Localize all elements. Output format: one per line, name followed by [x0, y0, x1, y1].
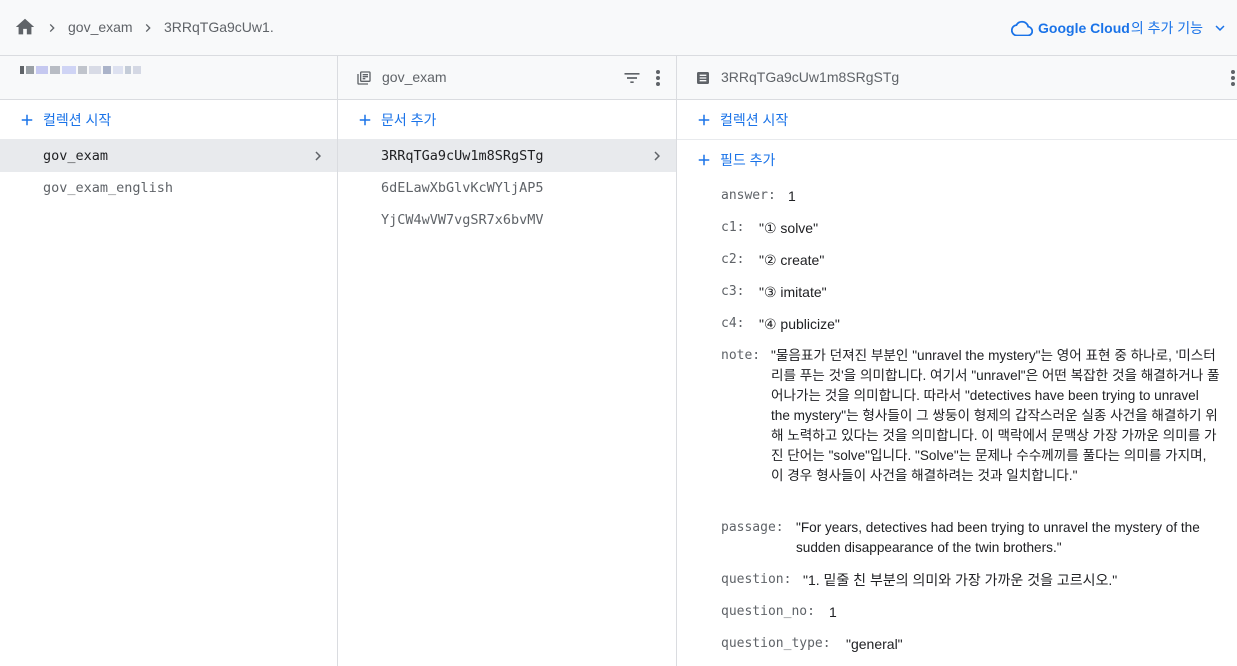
document-id: YjCW4wVW7vgSR7x6bvMV	[381, 212, 544, 228]
filter-icon[interactable]	[622, 68, 642, 88]
collection-item[interactable]: gov_exam_english	[0, 172, 337, 204]
field-value: "② create"	[759, 252, 825, 268]
field-key: question:	[721, 572, 792, 587]
start-collection-button[interactable]: 컬렉션 시작	[677, 100, 1237, 140]
field-key: c3:	[721, 284, 745, 299]
breadcrumb-document[interactable]: 3RRqTGa9cUw1.	[164, 19, 274, 35]
field-passage[interactable]: passage: "For years, detectives had been…	[721, 518, 1221, 560]
root-panel: 컬렉션 시작 gov_exam gov_exam_english	[0, 56, 338, 666]
chevron-right-icon	[49, 24, 55, 32]
addons-label: 의 추가 기능	[1130, 20, 1203, 36]
field-key: c2:	[721, 252, 745, 267]
field-key: c4:	[721, 316, 745, 331]
field-answer[interactable]: answer: 1	[721, 186, 1221, 208]
document-title: 3RRqTGa9cUw1m8SRgSTg	[721, 69, 900, 85]
field-c2[interactable]: c2: "② create"	[721, 250, 1221, 272]
plus-icon	[21, 114, 33, 126]
chevron-down-icon	[1215, 25, 1225, 31]
document-panel: 3RRqTGa9cUw1m8SRgSTg 컬렉션 시작 필드 추가 answer…	[677, 56, 1237, 666]
cloud-icon	[1011, 20, 1034, 36]
field-key: question_type:	[721, 636, 831, 651]
document-item[interactable]: 6dELawXbGlvKcWYljAP5	[338, 172, 676, 204]
add-field-button[interactable]: 필드 추가	[677, 140, 1237, 180]
field-value: 1	[829, 604, 837, 620]
start-collection-label: 컬렉션 시작	[720, 112, 789, 128]
field-value: "1. 밑줄 친 부분의 의미와 가장 가까운 것을 고르시오."	[803, 572, 1118, 588]
add-field-label: 필드 추가	[720, 152, 776, 168]
document-icon	[697, 72, 709, 84]
field-question[interactable]: question: "1. 밑줄 친 부분의 의미와 가장 가까운 것을 고르시…	[721, 570, 1221, 592]
document-id: 6dELawXbGlvKcWYljAP5	[381, 180, 544, 196]
field-value: "물음표가 던져진 부분인 "unravel the mystery"는 영어 …	[771, 348, 1220, 483]
field-note[interactable]: note: "물음표가 던져진 부분인 "unravel the mystery…	[721, 346, 1221, 506]
plus-icon	[698, 114, 710, 126]
collection-title: gov_exam	[382, 69, 447, 85]
field-value: "① solve"	[759, 220, 819, 236]
add-document-button[interactable]: 문서 추가	[338, 100, 676, 140]
collection-panel: gov_exam 문서 추가 3RRqTGa9cUw1m8SRgSTg 6dEL…	[338, 56, 677, 666]
google-cloud-addons-button[interactable]: Google Cloud 의 추가 기능	[1011, 16, 1229, 40]
collection-item[interactable]: gov_exam	[0, 140, 337, 172]
start-collection-label: 컬렉션 시작	[43, 112, 112, 128]
field-value: 1	[788, 188, 796, 204]
chevron-right-icon	[654, 151, 660, 161]
breadcrumb-collection[interactable]: gov_exam	[68, 19, 133, 35]
home-icon[interactable]	[14, 16, 36, 38]
field-key: c1:	[721, 220, 745, 235]
google-cloud-label: Google Cloud	[1038, 20, 1130, 36]
field-key: answer:	[721, 188, 776, 203]
collection-panel-header: gov_exam	[338, 56, 676, 100]
collection-name: gov_exam_english	[43, 180, 174, 196]
more-vert-icon[interactable]	[1229, 68, 1237, 88]
start-collection-button[interactable]: 컬렉션 시작	[0, 100, 337, 140]
root-panel-header	[0, 56, 337, 100]
field-value: "④ publicize"	[759, 316, 840, 332]
document-item[interactable]: 3RRqTGa9cUw1m8SRgSTg	[338, 140, 676, 172]
chevron-right-icon	[315, 151, 321, 161]
project-name-redacted	[20, 64, 141, 78]
top-bar: gov_exam 3RRqTGa9cUw1. Google Cloud 의 추가…	[0, 0, 1237, 56]
field-key: note:	[721, 348, 761, 363]
field-key: question_no:	[721, 604, 815, 619]
document-id: 3RRqTGa9cUw1m8SRgSTg	[381, 148, 544, 164]
field-value: "general"	[846, 636, 903, 652]
more-vert-icon[interactable]	[654, 68, 662, 88]
field-c3[interactable]: c3: "③ imitate"	[721, 282, 1221, 304]
field-c4[interactable]: c4: "④ publicize"	[721, 314, 1221, 336]
document-panel-header: 3RRqTGa9cUw1m8SRgSTg	[677, 56, 1237, 100]
add-document-label: 문서 추가	[381, 112, 437, 128]
field-question-no[interactable]: question_no: 1	[721, 602, 1221, 624]
collection-icon	[357, 71, 371, 85]
plus-icon	[698, 154, 710, 166]
field-question-type[interactable]: question_type: "general"	[721, 634, 1221, 656]
chevron-right-icon	[145, 24, 151, 32]
collection-name: gov_exam	[43, 148, 109, 164]
field-value: "③ imitate"	[759, 284, 827, 300]
field-c1[interactable]: c1: "① solve"	[721, 218, 1221, 240]
field-value: "For years, detectives had been trying t…	[796, 520, 1200, 555]
document-item[interactable]: YjCW4wVW7vgSR7x6bvMV	[338, 204, 676, 236]
plus-icon	[359, 114, 371, 126]
field-key: passage:	[721, 520, 784, 535]
